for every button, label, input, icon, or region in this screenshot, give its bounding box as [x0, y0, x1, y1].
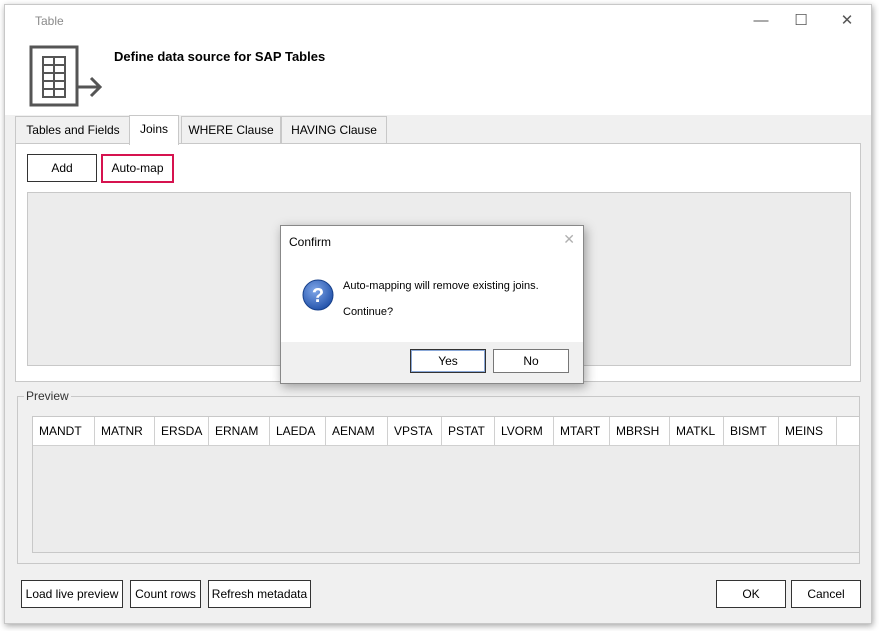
column-header[interactable]: PSTAT — [442, 417, 495, 446]
auto-map-button[interactable]: Auto-map — [101, 154, 174, 183]
column-header[interactable]: MEINS — [779, 417, 837, 446]
table-export-icon — [29, 45, 103, 107]
svg-text:?: ? — [312, 285, 324, 307]
tab-having-clause[interactable]: HAVING Clause — [281, 116, 387, 143]
add-button[interactable]: Add — [27, 154, 97, 182]
dialog-footer: Yes No — [281, 342, 583, 383]
column-header[interactable]: MATNR — [95, 417, 155, 446]
column-header-partial[interactable] — [837, 417, 859, 446]
count-rows-button[interactable]: Count rows — [130, 580, 201, 608]
tab-tables-and-fields[interactable]: Tables and Fields — [15, 116, 131, 143]
close-button[interactable]: ✕ — [827, 9, 867, 33]
column-header[interactable]: ERSDA — [155, 417, 209, 446]
column-header[interactable]: ERNAM — [209, 417, 270, 446]
cancel-button[interactable]: Cancel — [791, 580, 861, 608]
preview-grid[interactable]: MANDT MATNR ERSDA ERNAM LAEDA AENAM VPST… — [32, 416, 860, 553]
dialog-title: Confirm — [289, 235, 332, 249]
column-header[interactable]: MBRSH — [610, 417, 670, 446]
column-header[interactable]: AENAM — [326, 417, 388, 446]
dialog-question: Continue? — [343, 306, 394, 318]
column-header[interactable]: VPSTA — [388, 417, 442, 446]
dialog-message: Auto-mapping will remove existing joins. — [343, 280, 539, 292]
maximize-button[interactable]: ☐ — [781, 9, 821, 33]
tab-joins[interactable]: Joins — [129, 115, 179, 145]
minimize-button[interactable]: — — [741, 9, 781, 33]
ok-button[interactable]: OK — [716, 580, 786, 608]
load-live-preview-button[interactable]: Load live preview — [21, 580, 123, 608]
column-header[interactable]: LAEDA — [270, 417, 326, 446]
column-header[interactable]: MANDT — [33, 417, 95, 446]
dialog-close-icon[interactable]: ✕ — [563, 231, 575, 248]
title-bar: Table — ☐ ✕ Define data source for SAP T… — [5, 5, 871, 115]
column-header[interactable]: MATKL — [670, 417, 724, 446]
preview-group: Preview MANDT MATNR ERSDA ERNAM LAEDA AE… — [17, 389, 860, 564]
page-title: Define data source for SAP Tables — [114, 49, 326, 64]
column-header[interactable]: MTART — [554, 417, 610, 446]
tab-where-clause[interactable]: WHERE Clause — [181, 116, 281, 143]
column-header[interactable]: BISMT — [724, 417, 779, 446]
refresh-metadata-button[interactable]: Refresh metadata — [208, 580, 311, 608]
column-header[interactable]: LVORM — [495, 417, 554, 446]
confirm-dialog: Confirm ✕ ? Auto-mapping will remove exi… — [280, 225, 584, 384]
question-icon: ? — [302, 279, 334, 311]
preview-legend: Preview — [24, 389, 71, 403]
yes-button[interactable]: Yes — [410, 349, 486, 373]
no-button[interactable]: No — [493, 349, 569, 373]
window-title: Table — [35, 14, 64, 28]
